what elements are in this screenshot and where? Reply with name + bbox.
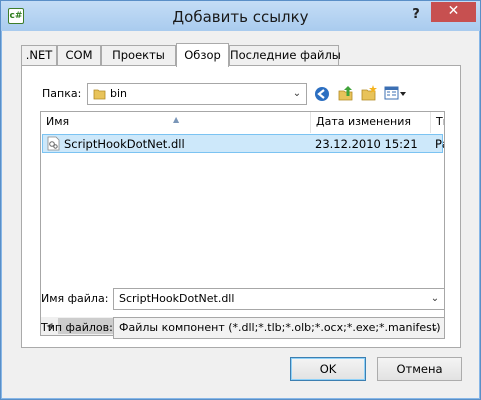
dll-file-icon <box>47 136 60 151</box>
filename-value: ScriptHookDotNet.dll <box>119 292 235 305</box>
chevron-down-icon[interactable]: ⌄ <box>429 293 441 305</box>
help-button[interactable]: ? <box>405 5 427 25</box>
tab-com[interactable]: COM <box>57 45 101 66</box>
title-bar[interactable]: c# Добавить ссылку ? ✕ <box>1 1 480 31</box>
column-name-label: Имя <box>46 115 70 128</box>
close-button[interactable]: ✕ <box>431 2 476 22</box>
file-row[interactable]: ScriptHookDotNet.dll 23.12.2010 15:21 Ра <box>42 134 444 153</box>
file-modified: 23.12.2010 15:21 <box>315 137 418 151</box>
browse-panel: Папка: bin ⌄ Имя ▲ Дата изменения Т Scri… <box>21 65 461 348</box>
filetype-label: Тип файлов: <box>41 321 113 334</box>
filetype-select[interactable]: Файлы компонент (*.dll;*.tlb;*.olb;*.ocx… <box>113 317 445 339</box>
add-reference-dialog: c# Добавить ссылку ? ✕ .NET COM Проекты … <box>0 0 481 400</box>
column-header-name[interactable]: Имя ▲ <box>41 112 311 133</box>
tab-projects[interactable]: Проекты <box>101 45 176 66</box>
file-type: Ра <box>435 137 444 151</box>
ok-button[interactable]: OK <box>290 357 366 381</box>
folder-combo[interactable]: bin ⌄ <box>87 83 307 105</box>
up-folder-icon[interactable] <box>337 84 355 102</box>
file-name: ScriptHookDotNet.dll <box>64 137 185 151</box>
column-header-modified[interactable]: Дата изменения <box>311 112 431 133</box>
tab-dotnet[interactable]: .NET <box>21 45 57 66</box>
cancel-button[interactable]: Отмена <box>377 357 462 381</box>
sort-ascending-icon: ▲ <box>173 115 180 124</box>
tab-browse[interactable]: Обзор <box>176 43 229 67</box>
filename-label: Имя файла: <box>41 292 109 305</box>
filename-input[interactable]: ScriptHookDotNet.dll ⌄ <box>113 288 445 310</box>
folder-icon <box>93 89 106 100</box>
filetype-value: Файлы компонент (*.dll;*.tlb;*.olb;*.ocx… <box>119 321 441 334</box>
column-header-type[interactable]: Ти <box>431 112 444 133</box>
chevron-down-icon[interactable]: ⌄ <box>429 322 441 334</box>
folder-label: Папка: <box>42 87 82 100</box>
new-folder-icon[interactable] <box>360 84 378 102</box>
back-icon[interactable] <box>313 85 331 103</box>
chevron-down-icon[interactable]: ⌄ <box>291 88 303 100</box>
view-menu-icon[interactable] <box>384 84 408 102</box>
tab-recent[interactable]: Последние файлы <box>229 45 341 66</box>
folder-value: bin <box>110 87 128 100</box>
